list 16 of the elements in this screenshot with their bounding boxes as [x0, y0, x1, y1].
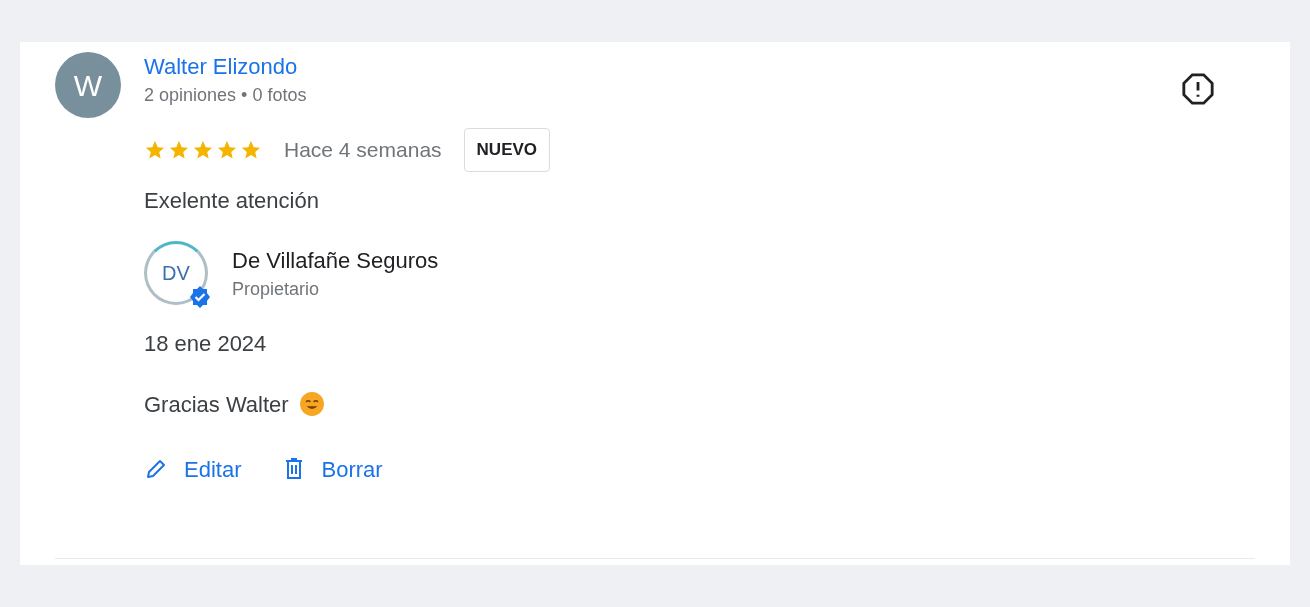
delete-button[interactable]: Borrar — [273, 448, 393, 490]
edit-button[interactable]: Editar — [134, 448, 252, 490]
new-badge: NUEVO — [463, 128, 551, 172]
smiley-icon — [298, 391, 325, 417]
pencil-icon — [144, 457, 168, 481]
avatar: W — [55, 52, 121, 118]
review-time: Hace 4 semanas — [284, 137, 442, 163]
owner-role: Propietario — [232, 277, 321, 301]
author-name[interactable]: Walter Elizondo — [144, 52, 1181, 82]
reply-text: Gracias Walter — [144, 390, 289, 419]
business-logo: DV — [144, 240, 208, 305]
report-icon[interactable] — [1181, 72, 1215, 106]
author-meta: 2 opiniones • 0 fotos — [144, 84, 308, 107]
review-text: Exelente atención — [144, 186, 320, 215]
owner-name: De Villafañe Seguros — [232, 246, 439, 275]
reply-date: 18 ene 2024 — [144, 329, 268, 358]
